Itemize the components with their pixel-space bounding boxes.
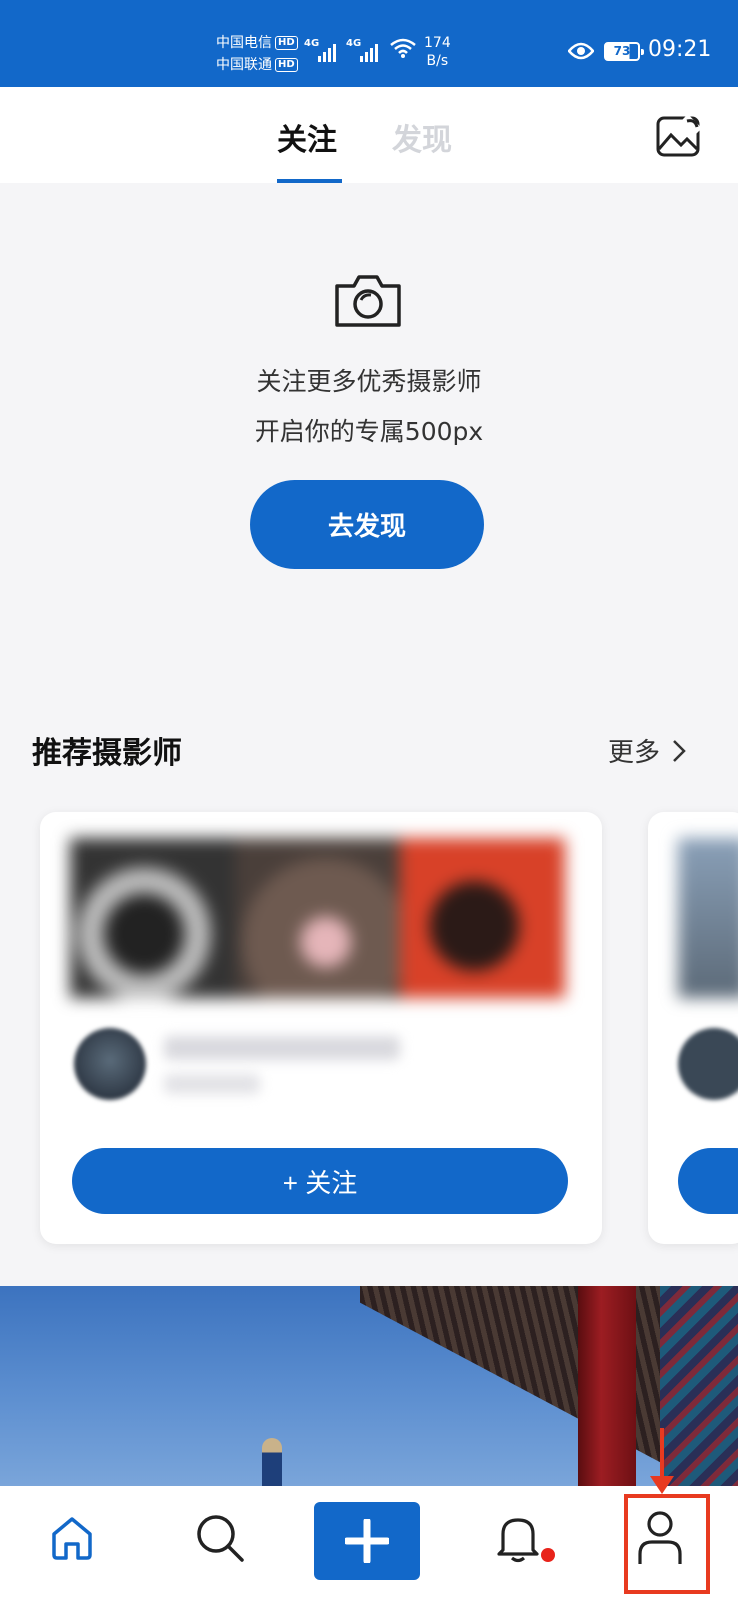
network-speed: 174 B/s <box>424 34 451 70</box>
section-title: 推荐摄影师 <box>32 736 182 771</box>
clock: 09:21 <box>648 37 712 62</box>
signal-icon: 4G <box>346 38 378 62</box>
signal-icon: 4G <box>304 38 336 62</box>
plus-icon <box>345 1519 389 1563</box>
photo-thumbnail[interactable] <box>235 838 400 998</box>
photo-finial-detail <box>262 1438 282 1486</box>
speed-unit: B/s <box>426 53 449 69</box>
speed-value: 174 <box>424 35 451 51</box>
search-icon <box>197 1515 244 1562</box>
carrier-info: 中国电信 HD 中国联通 HD <box>216 32 298 76</box>
photo-thumbnail[interactable] <box>70 838 235 998</box>
photographer-name-blurred <box>164 1036 400 1060</box>
nav-notifications[interactable] <box>488 1508 548 1568</box>
follow-button[interactable] <box>678 1148 738 1214</box>
annotation-highlight-box <box>624 1494 710 1594</box>
signal-icons: 4G 4G <box>304 38 378 62</box>
image-edit-icon[interactable] <box>655 113 701 159</box>
top-header: 关注 发现 <box>0 87 738 183</box>
photo-pillar-detail <box>578 1286 636 1486</box>
avatar <box>678 1028 738 1100</box>
network-type: 4G <box>304 38 320 49</box>
battery-indicator: 73 <box>604 42 644 61</box>
photo-thumbnail[interactable] <box>400 838 565 998</box>
photographer-card[interactable]: + 关注 <box>40 812 602 1244</box>
status-bar: 中国电信 HD 中国联通 HD 4G 4G 174 B/s 73 09:21 <box>0 0 738 87</box>
home-icon <box>52 1517 92 1560</box>
photo-thumbnails <box>70 838 565 998</box>
bell-icon <box>497 1518 539 1563</box>
wifi-icon <box>390 38 416 58</box>
nav-add-button[interactable] <box>314 1502 420 1580</box>
avatar[interactable] <box>74 1028 146 1100</box>
hd-badge: HD <box>275 58 298 72</box>
empty-state-text-2: 开启你的专属500px <box>254 417 484 446</box>
annotation-arrow-head <box>650 1476 674 1494</box>
photographer-card-next[interactable] <box>648 812 738 1244</box>
chevron-right-icon <box>673 739 686 762</box>
photographer-meta-blurred <box>164 1074 260 1094</box>
photo-decoration-detail <box>660 1286 738 1486</box>
empty-state-text-1: 关注更多优秀摄影师 <box>256 367 482 396</box>
active-tab-indicator <box>277 179 342 183</box>
follow-button[interactable]: + 关注 <box>72 1148 568 1214</box>
notification-badge <box>541 1548 555 1562</box>
network-type: 4G <box>346 38 362 49</box>
more-label: 更多 <box>608 738 661 768</box>
feed-photo[interactable] <box>0 1286 738 1486</box>
go-discover-button[interactable]: 去发现 <box>250 480 484 569</box>
carrier-1: 中国电信 <box>216 35 272 51</box>
nav-home[interactable] <box>42 1508 102 1568</box>
more-link[interactable]: 更多 <box>608 732 686 769</box>
eye-icon <box>568 42 594 60</box>
camera-icon <box>335 275 401 327</box>
hd-badge: HD <box>275 36 298 50</box>
tab-discover[interactable]: 发现 <box>392 115 452 159</box>
carrier-2: 中国联通 <box>216 57 272 73</box>
nav-search[interactable] <box>190 1508 250 1568</box>
tab-follow[interactable]: 关注 <box>277 115 337 159</box>
photo-thumbnail <box>678 838 738 998</box>
